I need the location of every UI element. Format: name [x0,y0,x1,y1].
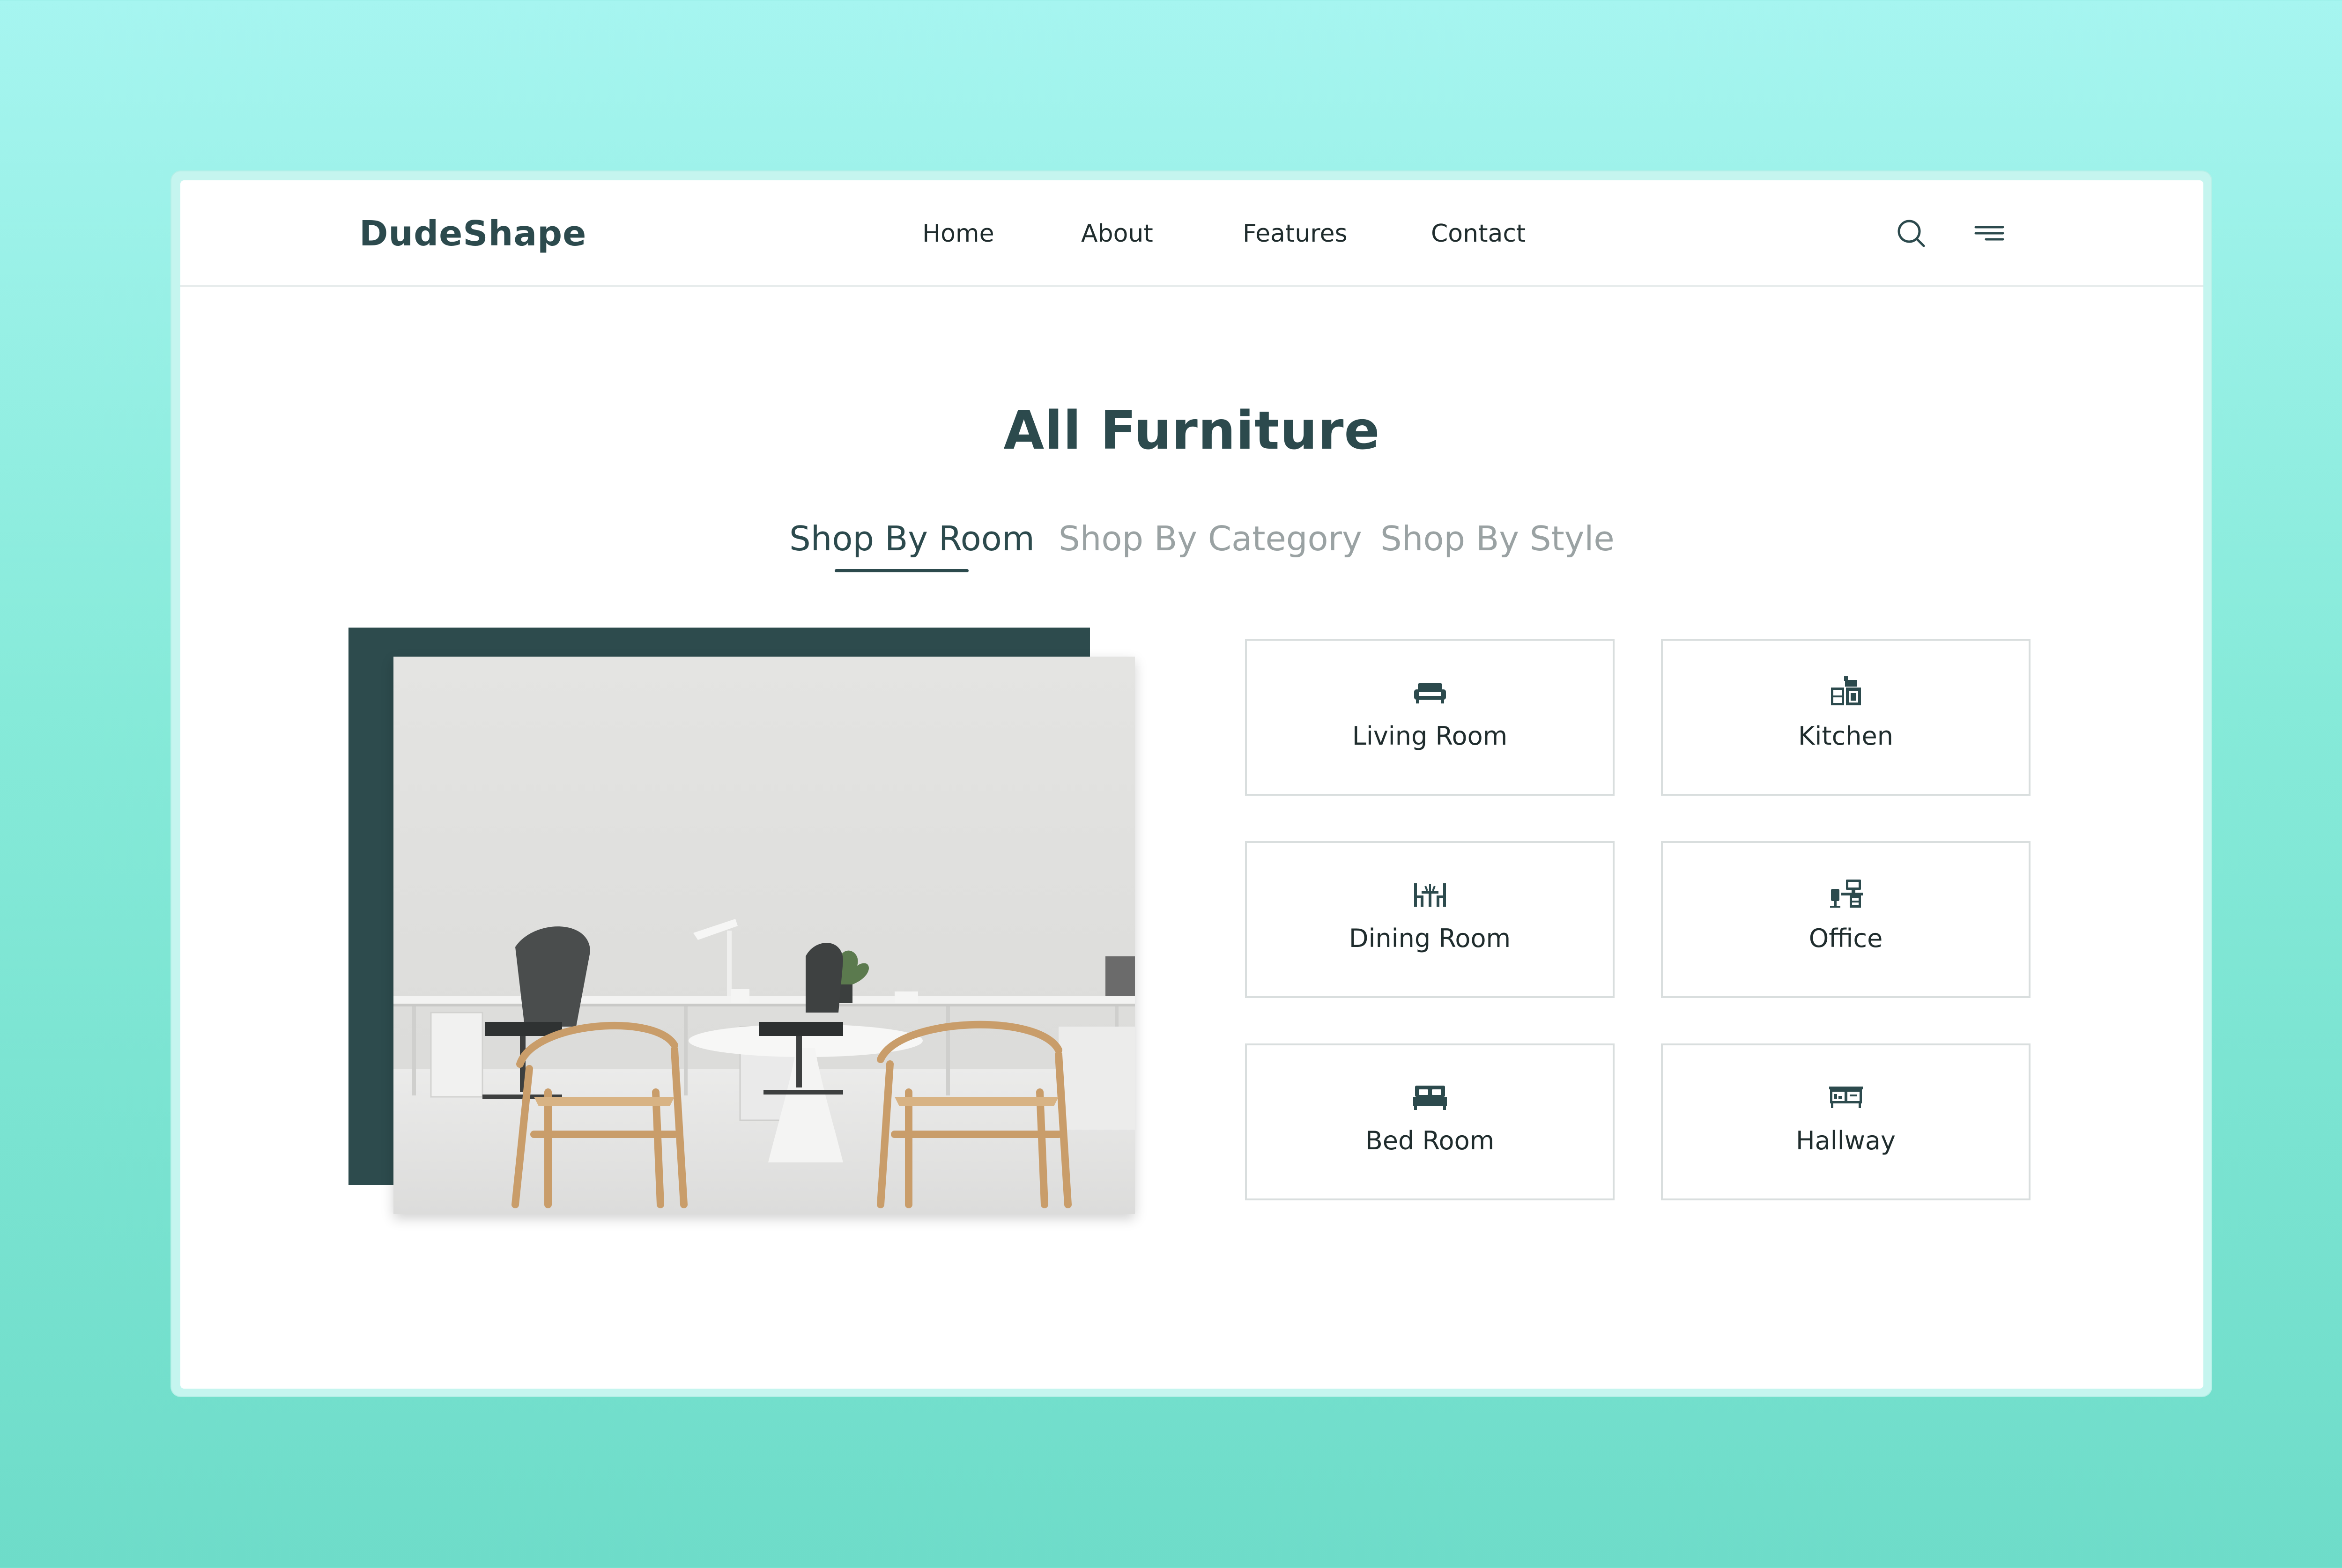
room-card-label: Bed Room [1365,1126,1495,1155]
room-card-living-room[interactable]: Living Room [1245,639,1615,796]
kitchen-icon [1827,673,1865,711]
room-card-bed-room[interactable]: Bed Room [1245,1043,1615,1200]
header: DudeShape Home About Features Contact [180,180,2203,287]
dining-table-icon [1411,876,1449,913]
search-icon[interactable] [1895,217,1927,250]
nav-about[interactable]: About [1081,180,1153,287]
room-card-label: Hallway [1796,1126,1896,1155]
tab-shop-by-room[interactable]: Shop By Room [789,515,1035,562]
room-card-label: Dining Room [1349,924,1511,953]
tab-shop-by-style[interactable]: Shop By Style [1380,515,1615,562]
page-title: All Furniture [1003,400,1380,461]
hero-image [393,657,1135,1214]
hallway-cabinet-icon [1827,1078,1865,1116]
room-card-label: Kitchen [1798,721,1893,751]
office-desk-icon [1827,876,1865,913]
room-card-dining-room[interactable]: Dining Room [1245,841,1615,998]
sofa-icon [1411,673,1449,711]
nav-home[interactable]: Home [922,180,994,287]
menu-icon[interactable] [1973,217,2006,250]
nav-contact[interactable]: Contact [1431,180,1526,287]
room-card-label: Living Room [1352,721,1508,751]
room-card-kitchen[interactable]: Kitchen [1661,639,2031,796]
room-card-office[interactable]: Office [1661,841,2031,998]
active-tab-indicator [835,569,969,572]
room-card-hallway[interactable]: Hallway [1661,1043,2031,1200]
bed-icon [1411,1078,1449,1116]
tab-shop-by-category[interactable]: Shop By Category [1059,515,1362,562]
nav-features[interactable]: Features [1243,180,1348,287]
room-card-label: Office [1808,924,1883,953]
page: DudeShape Home About Features Contact Al… [180,180,2203,1389]
